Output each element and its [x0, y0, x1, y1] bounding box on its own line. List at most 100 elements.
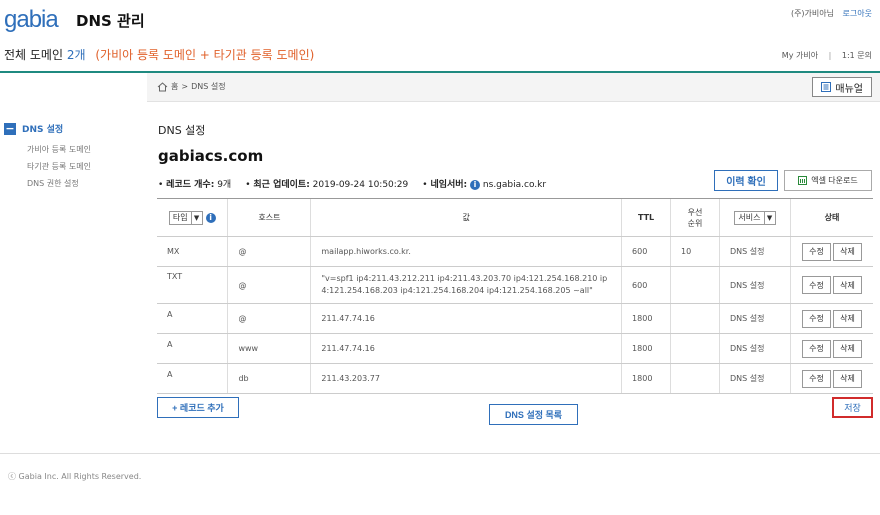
excel-download-button[interactable]: 엑셀 다운로드 — [784, 170, 872, 191]
record-ttl: 600 — [621, 236, 671, 267]
record-service: DNS 설정 — [719, 236, 791, 267]
delete-record-button[interactable]: 삭제 — [832, 276, 862, 294]
manual-button-label: 매뉴얼 — [835, 83, 863, 95]
sidebar-item-gabia-domains[interactable]: 가비아 등록 도메인 — [27, 141, 91, 158]
delete-record-button[interactable]: 삭제 — [832, 369, 862, 388]
type-filter-select[interactable]: 타입 ▼ — [168, 210, 203, 225]
chevron-down-icon: ▼ — [763, 211, 775, 224]
table-row: A @211.47.74.16 1800 DNS 설정 수정 삭제 — [157, 303, 873, 334]
delete-record-button[interactable]: 삭제 — [832, 309, 862, 328]
record-priority — [670, 266, 720, 304]
logout-link[interactable]: 로그아웃 — [843, 9, 872, 18]
edit-record-button[interactable]: 수정 — [801, 276, 831, 294]
page-title: DNS 설정 — [158, 124, 206, 137]
dns-records-table: 타입 ▼ i 호스트 값 TTL 우선 순위 서비스 ▼ 상태 MX @ mailapp.h… — [157, 198, 873, 394]
record-actions: 수정 삭제 — [789, 266, 873, 304]
column-status: 상태 — [789, 198, 873, 237]
copyright: ⓒ Gabia Inc. All Rights Reserved. — [8, 472, 142, 481]
service-filter-select[interactable]: 서비스 ▼ — [734, 210, 776, 225]
record-actions: 수정 삭제 — [789, 333, 873, 364]
home-icon[interactable] — [157, 81, 168, 92]
inquiry-link[interactable]: 1:1 문의 — [842, 51, 872, 60]
domain-name: gabiacs.com — [158, 147, 264, 165]
record-actions: 수정 삭제 — [789, 303, 873, 334]
column-ttl: TTL — [621, 198, 671, 237]
chart-icon — [798, 176, 808, 185]
nameserver-label: 네임서버: — [430, 180, 468, 190]
delete-record-button[interactable]: 삭제 — [832, 339, 862, 358]
edit-record-button[interactable]: 수정 — [801, 369, 831, 388]
collapse-icon[interactable]: − — [4, 122, 16, 135]
table-row: TXT @ "v=spf1 ip4:211.43.212.211 ip4:211.4… — [157, 266, 873, 304]
column-service: 서비스 ▼ — [719, 198, 791, 237]
record-host: db — [227, 363, 311, 394]
record-value: "v=spf1 ip4:211.43.212.211 ip4:211.43.20… — [310, 266, 622, 304]
record-type: A — [157, 363, 228, 394]
sidebar: − DNS 설정 가비아 등록 도메인 타기관 등록 도메인 DNS 권한 설정 — [4, 122, 91, 192]
record-actions: 수정 삭제 — [789, 363, 873, 394]
record-type: A — [157, 303, 228, 334]
info-icon[interactable]: i — [470, 179, 481, 190]
record-count: • 레코드 개수: 9개 — [158, 180, 232, 190]
document-icon — [821, 82, 832, 92]
chevron-down-icon: ▼ — [190, 211, 202, 224]
dns-list-button[interactable]: DNS 설정 목록 — [489, 404, 578, 425]
domain-info: • 레코드 개수: 9개 • 최근 업데이트: 2019-09-24 10:50… — [158, 177, 546, 190]
breadcrumb-home[interactable]: 홈 — [171, 81, 178, 92]
gabia-logo[interactable]: gabia — [4, 6, 59, 34]
last-updated-value: 2019-09-24 10:50:29 — [312, 180, 409, 190]
table-row: Awww 211.47.74.16 1800 DNS 설정 수정 삭제 — [157, 333, 873, 364]
info-icon[interactable]: i — [205, 212, 216, 223]
record-value: mailapp.hiworks.co.kr. — [310, 236, 622, 267]
sidebar-item-dns-settings[interactable]: − DNS 설정 — [4, 122, 91, 135]
domains-label: 전체 도메인 — [4, 48, 64, 62]
manual-button[interactable]: 매뉴얼 — [812, 77, 872, 97]
breadcrumb: 홈 > DNS 설정 — [157, 81, 226, 92]
record-type: A — [157, 333, 228, 364]
record-host: @ — [227, 236, 311, 267]
record-type: TXT — [157, 266, 228, 304]
priority-header-line1: 우선 — [687, 207, 703, 217]
domains-count[interactable]: 2개 — [67, 48, 86, 62]
history-button[interactable]: 이력 확인 — [714, 170, 778, 191]
last-updated: • 최근 업데이트: 2019-09-24 10:50:29 — [245, 180, 409, 190]
service-filter-value: 서비스 — [738, 213, 761, 222]
user-area: (주)가비아님 로그아웃 — [791, 8, 872, 19]
record-type: MX — [157, 236, 228, 267]
excel-button-label: 엑셀 다운로드 — [811, 176, 858, 185]
type-filter-value: 타입 — [172, 213, 188, 222]
domains-note: (가비아 등록 도메인 + 타기관 등록 도메인) — [95, 48, 315, 62]
record-priority — [670, 303, 720, 334]
sidebar-item-dns-permissions[interactable]: DNS 권한 설정 — [27, 175, 91, 192]
breadcrumb-current: DNS 설정 — [191, 82, 226, 91]
user-name: (주)가비아님 — [790, 9, 834, 18]
record-ttl: 1800 — [621, 303, 671, 334]
record-count-label: 레코드 개수: — [166, 180, 215, 190]
footer-divider — [0, 453, 880, 454]
record-value: 211.43.203.77 — [310, 363, 622, 394]
table-row: Adb 211.43.203.77 1800 DNS 설정 수정 삭제 — [157, 363, 873, 394]
column-value: 값 — [310, 198, 622, 237]
priority-header-line2: 순위 — [687, 218, 703, 228]
record-service: DNS 설정 — [719, 363, 791, 394]
edit-record-button[interactable]: 수정 — [801, 242, 831, 261]
edit-record-button[interactable]: 수정 — [801, 309, 831, 328]
record-count-value: 9개 — [217, 180, 232, 190]
record-service: DNS 설정 — [719, 333, 791, 364]
table-row: MX @ mailapp.hiworks.co.kr. 600 10 DNS 설정 수정 삭제 — [157, 236, 873, 267]
delete-record-button[interactable]: 삭제 — [832, 242, 862, 261]
sidebar-submenu: 가비아 등록 도메인 타기관 등록 도메인 DNS 권한 설정 — [27, 141, 91, 192]
my-gabia-link[interactable]: My 가비아 — [782, 51, 818, 60]
add-record-button[interactable]: + 레코드 추가 — [157, 397, 239, 418]
record-ttl: 600 — [621, 266, 671, 304]
record-value: 211.47.74.16 — [310, 333, 622, 364]
edit-record-button[interactable]: 수정 — [801, 339, 831, 358]
record-actions: 수정 삭제 — [789, 236, 873, 267]
record-host: www — [227, 333, 311, 364]
column-host: 호스트 — [227, 198, 311, 237]
save-button[interactable]: 저장 — [832, 397, 873, 418]
record-ttl: 1800 — [621, 363, 671, 394]
sidebar-item-external-domains[interactable]: 타기관 등록 도메인 — [27, 158, 91, 175]
sidebar-head-label: DNS 설정 — [22, 125, 64, 135]
record-service: DNS 설정 — [719, 303, 791, 334]
